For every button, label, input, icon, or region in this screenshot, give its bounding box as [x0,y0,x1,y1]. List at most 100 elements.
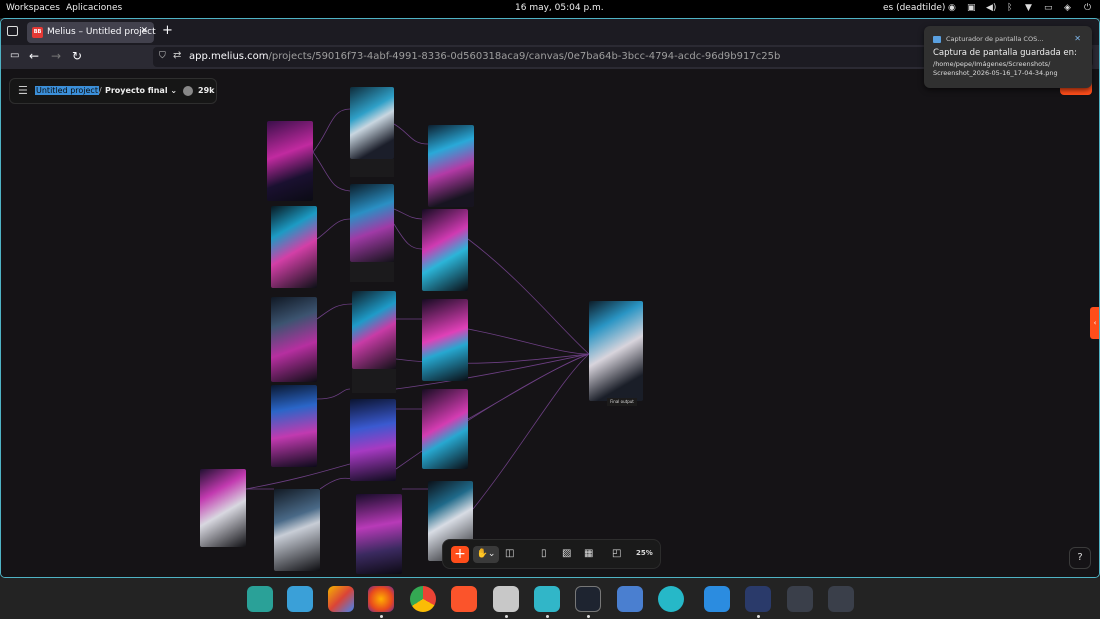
prompt-node[interactable] [350,262,394,282]
system-monitor-icon[interactable] [787,586,813,612]
help-button[interactable]: ? [1069,547,1091,569]
tab-overview-icon[interactable] [7,26,18,36]
add-node-button[interactable]: + [451,546,469,563]
minimap-icon[interactable]: ◰ [612,547,621,561]
url-host: app.melius.com [189,51,269,62]
hand-tool-button[interactable]: ✋⌄ [473,546,499,563]
sidebar-expand-button[interactable]: ‹ [1090,307,1099,339]
screen-recorder-icon[interactable] [745,586,771,612]
vscode-icon[interactable] [704,586,730,612]
image-node[interactable] [350,399,396,481]
bluetooth-icon[interactable]: ᛒ [1007,3,1012,13]
image-node[interactable] [422,299,468,381]
project-panel: ☰ Untitled project / Proyecto final ⌄ 29… [9,78,217,104]
applications-menu[interactable]: Aplicaciones [66,3,122,13]
workflow-canvas[interactable]: ☰ Untitled project / Proyecto final ⌄ 29… [1,69,1099,577]
image-node[interactable] [267,121,313,201]
battery-icon[interactable]: ▭ [1044,3,1053,13]
wifi-icon[interactable]: ▼ [1025,3,1032,13]
sticky-note-tool-icon[interactable]: ◫ [505,547,514,561]
power-icon[interactable]: ⏻ [1084,3,1091,13]
url-path: /projects/59016f73-4abf-4991-8336-0d5603… [268,51,781,62]
melius-favicon-icon: BB [32,27,43,38]
image-node[interactable] [271,206,317,288]
running-indicator [505,615,508,618]
image-node[interactable] [271,297,317,382]
workspaces-button[interactable]: Workspaces [6,3,60,13]
image-node[interactable] [274,489,320,571]
notification-path-line1: /home/pepe/Imágenes/Screenshots/ [933,60,1051,68]
connection-lines [245,108,590,510]
final-node-label: Final output [607,398,637,406]
back-icon[interactable]: ← [29,49,39,63]
browser-window: BB Melius – Untitled project ✕ + ▭ ← → ↻… [0,18,1100,578]
image-icon[interactable]: ▨ [562,547,571,561]
files-icon[interactable] [534,586,560,612]
running-indicator [757,615,760,618]
forward-icon[interactable]: → [51,49,61,63]
image-node[interactable] [271,385,317,467]
permissions-icon[interactable]: ⇄ [173,50,181,61]
text-editor-icon[interactable] [493,586,519,612]
notification-title: Captura de pantalla guardada en: [933,48,1077,58]
volume-icon[interactable]: ◀) [986,3,996,13]
vpn-icon[interactable] [828,586,854,612]
image-node[interactable] [422,209,468,291]
dock [0,578,1100,619]
layout-icon[interactable]: ▦ [584,547,593,561]
final-image-node[interactable] [589,301,643,401]
canvas-toolbar: + ✋⌄ ◫ ▯ ▨ ▦ ◰ 25% [442,539,661,569]
system-top-bar: Workspaces Aplicaciones 16 may, 05:04 p.… [0,0,1100,18]
notification-app-name: Capturador de pantalla COS... [946,35,1044,43]
folder-name: Proyecto final [105,86,168,95]
url-text[interactable]: app.melius.com/projects/59016f73-4abf-49… [189,51,780,62]
terminal-icon[interactable] [575,586,601,612]
credits-count: 29k [198,86,215,95]
running-indicator [380,615,383,618]
reload-icon[interactable]: ↻ [72,49,82,63]
breadcrumb-separator: / [99,86,102,95]
firefox-icon[interactable] [368,586,394,612]
close-icon[interactable]: ✕ [1074,34,1081,43]
document-icon[interactable]: ▯ [541,547,547,561]
window-manager-icon[interactable] [287,586,313,612]
tab-title: Melius – Untitled project [47,27,156,37]
image-node[interactable] [422,389,468,469]
screenshot-app-icon [933,36,941,43]
image-node[interactable] [200,469,246,547]
chevron-down-icon: ⌄ [170,86,178,95]
grid-icon[interactable] [328,586,354,612]
shield-icon[interactable]: ⛉ [159,51,166,61]
display-icon[interactable]: ▣ [967,3,976,13]
prompt-node[interactable] [350,159,394,177]
downloader-icon[interactable] [617,586,643,612]
power-mode-icon[interactable]: ◈ [1064,3,1071,13]
tab-melius[interactable]: BB Melius – Untitled project ✕ [27,22,156,43]
accessibility-icon[interactable]: ◉ [948,3,956,13]
running-indicator [587,615,590,618]
clock[interactable]: 16 may, 05:04 p.m. [515,3,604,13]
avatar[interactable] [183,86,193,96]
screenshot-notification[interactable]: Capturador de pantalla COS... ✕ Captura … [924,26,1092,88]
chrome-icon[interactable] [410,586,436,612]
running-indicator [546,615,549,618]
project-name-input[interactable]: Untitled project [35,86,99,95]
brave-icon[interactable] [451,586,477,612]
close-tab-icon[interactable]: ✕ [140,26,148,36]
image-node[interactable] [428,125,474,207]
prompt-node[interactable] [352,369,396,393]
zoom-level[interactable]: 25% [636,549,653,557]
sidebar-toggle-icon[interactable]: ▭ [10,49,19,63]
image-node[interactable] [350,184,394,262]
new-tab-icon[interactable]: + [162,24,173,37]
image-node[interactable] [352,291,396,369]
app-icon[interactable] [658,586,684,612]
folder-selector[interactable]: Proyecto final ⌄ [105,86,177,95]
menu-icon[interactable]: ☰ [18,84,28,97]
notification-path-line2: Screenshot_2026-05-16_17-04-34.png [933,69,1058,77]
desktop: Workspaces Aplicaciones 16 may, 05:04 p.… [0,0,1100,619]
search-icon[interactable] [247,586,273,612]
image-node[interactable] [356,494,402,574]
image-node[interactable] [350,87,394,159]
keyboard-layout[interactable]: es (deadtilde) [883,3,945,13]
